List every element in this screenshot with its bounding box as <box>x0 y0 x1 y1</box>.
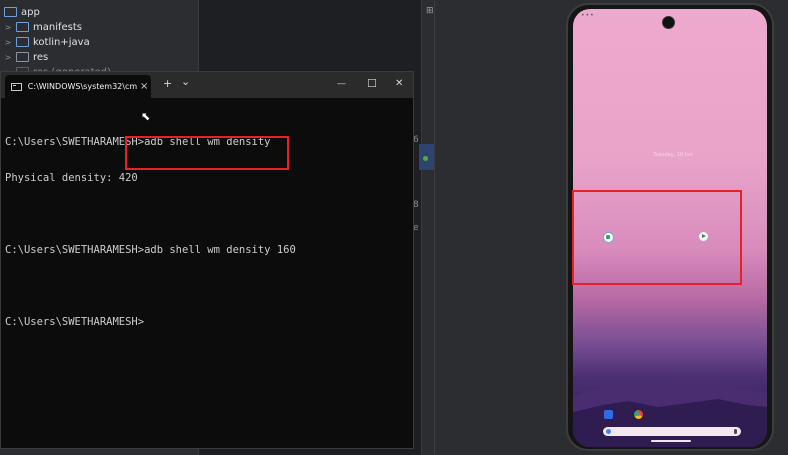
chevron-right-icon[interactable]: > <box>4 38 12 47</box>
tab-title: C:\WINDOWS\system32\cmd. <box>27 82 138 91</box>
tree-root-label: app <box>21 6 40 18</box>
camera-icon <box>662 16 675 29</box>
close-button[interactable]: ✕ <box>395 77 403 91</box>
status-bar-dots: ••• <box>581 12 595 19</box>
command-highlight-box <box>125 136 289 170</box>
grid-icon[interactable]: ⊞ <box>426 7 434 16</box>
mouse-cursor-icon: ⬉ <box>141 110 151 123</box>
google-icon <box>606 429 611 434</box>
terminal-titlebar[interactable]: C:\WINDOWS\system32\cmd. × + ⌄ — ☐ ✕ <box>1 72 413 98</box>
maximize-button[interactable]: ☐ <box>367 77 377 91</box>
app-icons-highlight-box <box>572 190 742 285</box>
tree-item-kotlin-java[interactable]: > kotlin+java <box>4 35 90 49</box>
tab-dropdown-button[interactable]: ⌄ <box>181 75 190 89</box>
tree-item-label: kotlin+java <box>33 36 90 48</box>
mic-icon[interactable] <box>734 429 737 434</box>
terminal-prompt[interactable]: C:\Users\SWETHARAMESH> <box>5 316 296 328</box>
terminal-window[interactable]: C:\WINDOWS\system32\cmd. × + ⌄ — ☐ ✕ C:\… <box>0 71 414 449</box>
tree-item-label: manifests <box>33 21 82 33</box>
messages-app-icon[interactable] <box>604 410 613 419</box>
terminal-line: C:\Users\SWETHARAMESH>adb shell wm densi… <box>5 244 296 256</box>
module-folder-icon <box>4 7 17 17</box>
home-clock: Tuesday, 10 Jun <box>653 152 693 158</box>
folder-icon <box>16 52 29 62</box>
tab-close-button[interactable]: × <box>137 81 151 92</box>
chrome-app-icon[interactable] <box>634 410 643 419</box>
run-status-dot <box>423 156 428 161</box>
folder-icon <box>16 22 29 32</box>
tree-item-manifests[interactable]: > manifests <box>4 20 82 34</box>
tree-item-res[interactable]: > res <box>4 50 49 64</box>
google-search-bar[interactable] <box>603 427 741 436</box>
folder-icon <box>16 37 29 47</box>
terminal-tab[interactable]: C:\WINDOWS\system32\cmd. × <box>5 75 151 98</box>
chevron-right-icon[interactable]: > <box>4 23 12 32</box>
cmd-icon <box>11 82 22 91</box>
chevron-right-icon[interactable]: > <box>4 53 12 62</box>
new-tab-button[interactable]: + <box>163 77 172 91</box>
terminal-line: Physical density: 420 <box>5 172 138 184</box>
minimize-button[interactable]: — <box>337 77 346 91</box>
tree-root[interactable]: app <box>4 5 40 19</box>
gesture-nav-bar[interactable] <box>651 440 691 442</box>
gutter-strip <box>421 0 435 455</box>
tree-item-label: res <box>33 51 49 63</box>
